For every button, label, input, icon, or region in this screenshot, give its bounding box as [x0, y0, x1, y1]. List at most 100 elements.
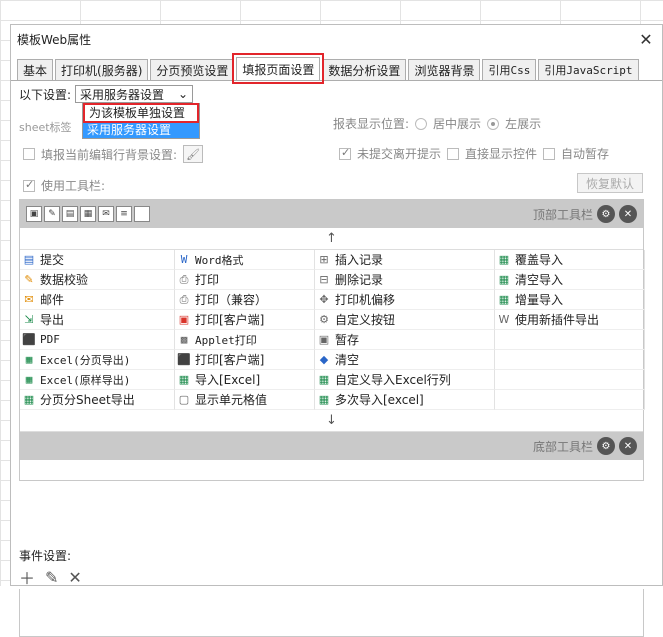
tb-item-custom-button[interactable]: ⚙ 自定义按钮: [315, 310, 495, 330]
tb-item-empty-3: [495, 370, 645, 390]
bg-edit-checkbox[interactable]: [23, 148, 35, 160]
tb-item-validate[interactable]: ✎ 数据校验: [20, 270, 175, 290]
tb-item-insert-record[interactable]: ⊞ 插入记录: [315, 250, 495, 270]
toolbar-items-grid: ▤ 提交 W Word格式 ⊞ 插入记录 ▦ 覆盖导入 ✎ 数据校验 ⎙ 打印 ⊟ 删除记录 …: [20, 250, 645, 410]
tab-content: 以下设置: 采用服务器设置 ⌄ 为该模板单独设置 采用服务器设置 sheet标签…: [11, 81, 662, 637]
pdf-icon: ⬛: [22, 333, 36, 346]
use-toolbar-checkbox[interactable]: [23, 178, 35, 192]
event-list-box: [19, 589, 644, 637]
option-template-specific[interactable]: 为该模板单独设置: [83, 103, 199, 123]
tb-item-sheet-export[interactable]: ▦ 分页分Sheet导出: [20, 390, 175, 410]
top-toolbar-icons: ▣ ✎ ▤ ▦ ✉ ≡: [26, 206, 150, 222]
option-server-settings[interactable]: 采用服务器设置: [83, 122, 199, 138]
blank-icon[interactable]: [134, 206, 150, 222]
tb-item-export[interactable]: ⇲ 导出: [20, 310, 175, 330]
print-icon[interactable]: ▤: [62, 206, 78, 222]
radio-center[interactable]: [415, 117, 428, 130]
tab-page-preview[interactable]: 分页预览设置: [150, 59, 235, 80]
applet-icon: ▩: [180, 333, 188, 346]
excel-icon: ▦: [498, 253, 510, 266]
tab-data-analysis[interactable]: 数据分析设置: [322, 59, 407, 80]
close-icon[interactable]: ✕: [619, 437, 637, 455]
submit-options-row: 未提交离开提示 直接显示控件 自动暂存: [339, 145, 609, 162]
tb-item-incremental-import[interactable]: ▦ 增量导入: [495, 290, 645, 310]
settings-row: 以下设置: 采用服务器设置 ⌄: [19, 85, 194, 103]
settings-label: 以下设置:: [19, 87, 72, 102]
edit-icon[interactable]: ✎: [45, 568, 58, 587]
settings-dropdown-list: 为该模板单独设置 采用服务器设置: [82, 103, 200, 139]
tree-icon[interactable]: ≡: [116, 206, 132, 222]
tb-item-show-cell-value[interactable]: ▢ 显示单元格值: [175, 390, 315, 410]
close-icon[interactable]: ✕: [636, 30, 656, 49]
tb-item-print-client-2[interactable]: ⬛ 打印[客户端]: [175, 350, 315, 370]
note-icon[interactable]: ▦: [80, 206, 96, 222]
export-icon: ⇲: [24, 313, 34, 326]
excel-icon: ▦: [318, 393, 330, 406]
excel-icon: ▦: [498, 293, 510, 306]
tb-item-print-compat[interactable]: ⎙ 打印（兼容）: [175, 290, 315, 310]
report-position-label: 报表显示位置:: [333, 117, 410, 131]
radio-left[interactable]: [487, 117, 500, 130]
tb-item-applet-print[interactable]: ▩ Applet打印: [175, 330, 315, 350]
gear-icon[interactable]: ⚙: [597, 205, 615, 223]
save-icon[interactable]: ▣: [26, 206, 42, 222]
bottom-toolbar-label: 底部工具栏: [532, 439, 593, 454]
tb-item-overwrite-import[interactable]: ▦ 覆盖导入: [495, 250, 645, 270]
tb-item-excel-original[interactable]: ▦ Excel(原样导出): [20, 370, 175, 390]
delete-icon[interactable]: ✕: [68, 568, 81, 587]
direct-control-checkbox[interactable]: [447, 147, 460, 160]
word-icon: W: [180, 253, 188, 266]
tb-item-submit[interactable]: ▤ 提交: [20, 250, 175, 270]
mail-icon[interactable]: ✉: [98, 206, 114, 222]
move-down-arrow[interactable]: ↓: [20, 410, 643, 432]
paint-bucket-icon[interactable]: 🖌: [183, 145, 204, 163]
tb-item-delete-record[interactable]: ⊟ 删除记录: [315, 270, 495, 290]
events-label: 事件设置:: [19, 549, 72, 563]
validate-icon: ✎: [24, 273, 34, 286]
radio-left-label: 左展示: [505, 117, 542, 131]
tb-item-print-client[interactable]: ▣ 打印[客户端]: [175, 310, 315, 330]
tb-item-email[interactable]: ✉ 邮件: [20, 290, 175, 310]
excel-icon: ▦: [498, 273, 510, 286]
pdf-icon: ⬛: [177, 353, 191, 366]
radio-center-label: 居中展示: [433, 117, 482, 131]
tb-item-import-excel[interactable]: ▦ 导入[Excel]: [175, 370, 315, 390]
use-toolbar-row: 使用工具栏:: [23, 177, 105, 194]
tb-item-custom-import-excel[interactable]: ▦ 自定义导入Excel行列: [315, 370, 495, 390]
tb-item-pdf[interactable]: ⬛ PDF: [20, 330, 175, 350]
tab-printer-server[interactable]: 打印机(服务器): [55, 59, 149, 80]
excel-icon: ▦: [318, 373, 330, 386]
toolbar-config-panel: ▣ ✎ ▤ ▦ ✉ ≡ 顶部工具栏 ⚙ ✕ ↑ ▤提交 WWord格式 ⊞: [19, 199, 645, 481]
unsubmitted-checkbox[interactable]: [339, 146, 351, 160]
tab-basic[interactable]: 基本: [17, 59, 54, 80]
tab-css[interactable]: 引用Css: [482, 59, 537, 80]
tb-item-clear[interactable]: ◆ 清空: [315, 350, 495, 370]
gear-icon: ⚙: [319, 313, 329, 326]
tb-item-multi-import[interactable]: ▦ 多次导入[excel]: [315, 390, 495, 410]
settings-select[interactable]: 采用服务器设置 ⌄: [75, 85, 194, 103]
check-icon[interactable]: ✎: [44, 206, 60, 222]
tab-javascript[interactable]: 引用JavaScript: [538, 59, 639, 80]
tb-item-clear-import[interactable]: ▦ 清空导入: [495, 270, 645, 290]
tb-item-word[interactable]: W Word格式: [175, 250, 315, 270]
tb-item-new-plugin-export[interactable]: W 使用新插件导出: [495, 310, 645, 330]
gear-icon[interactable]: ⚙: [597, 437, 615, 455]
move-up-arrow[interactable]: ↑: [20, 228, 643, 250]
tb-item-print[interactable]: ⎙ 打印: [175, 270, 315, 290]
add-icon[interactable]: ＋: [19, 565, 35, 589]
auto-save-checkbox[interactable]: [543, 147, 556, 160]
tab-bar: 基本 打印机(服务器) 分页预览设置 填报页面设置 数据分析设置 浏览器背景 引…: [11, 53, 662, 84]
close-icon[interactable]: ✕: [619, 205, 637, 223]
tab-browser-background[interactable]: 浏览器背景: [408, 59, 481, 80]
tb-item-excel-paged[interactable]: ▦ Excel(分页导出): [20, 350, 175, 370]
client-print-icon: ▣: [178, 313, 190, 326]
bottom-toolbar-strip: 底部工具栏 ⚙ ✕: [20, 432, 643, 460]
tb-item-printer-offset[interactable]: ✥ 打印机偏移: [315, 290, 495, 310]
tab-fill-page-settings[interactable]: 填报页面设置: [232, 53, 325, 84]
sheet-label: sheet标签: [19, 121, 72, 134]
reset-default-button[interactable]: 恢复默认: [577, 173, 643, 193]
tb-item-temp-save[interactable]: ▣ 暂存: [315, 330, 495, 350]
bg-edit-row: 填报当前编辑行背景设置: 🖌: [23, 145, 204, 163]
top-toolbar-label: 顶部工具栏: [532, 207, 593, 222]
auto-save-label: 自动暂存: [561, 147, 610, 161]
